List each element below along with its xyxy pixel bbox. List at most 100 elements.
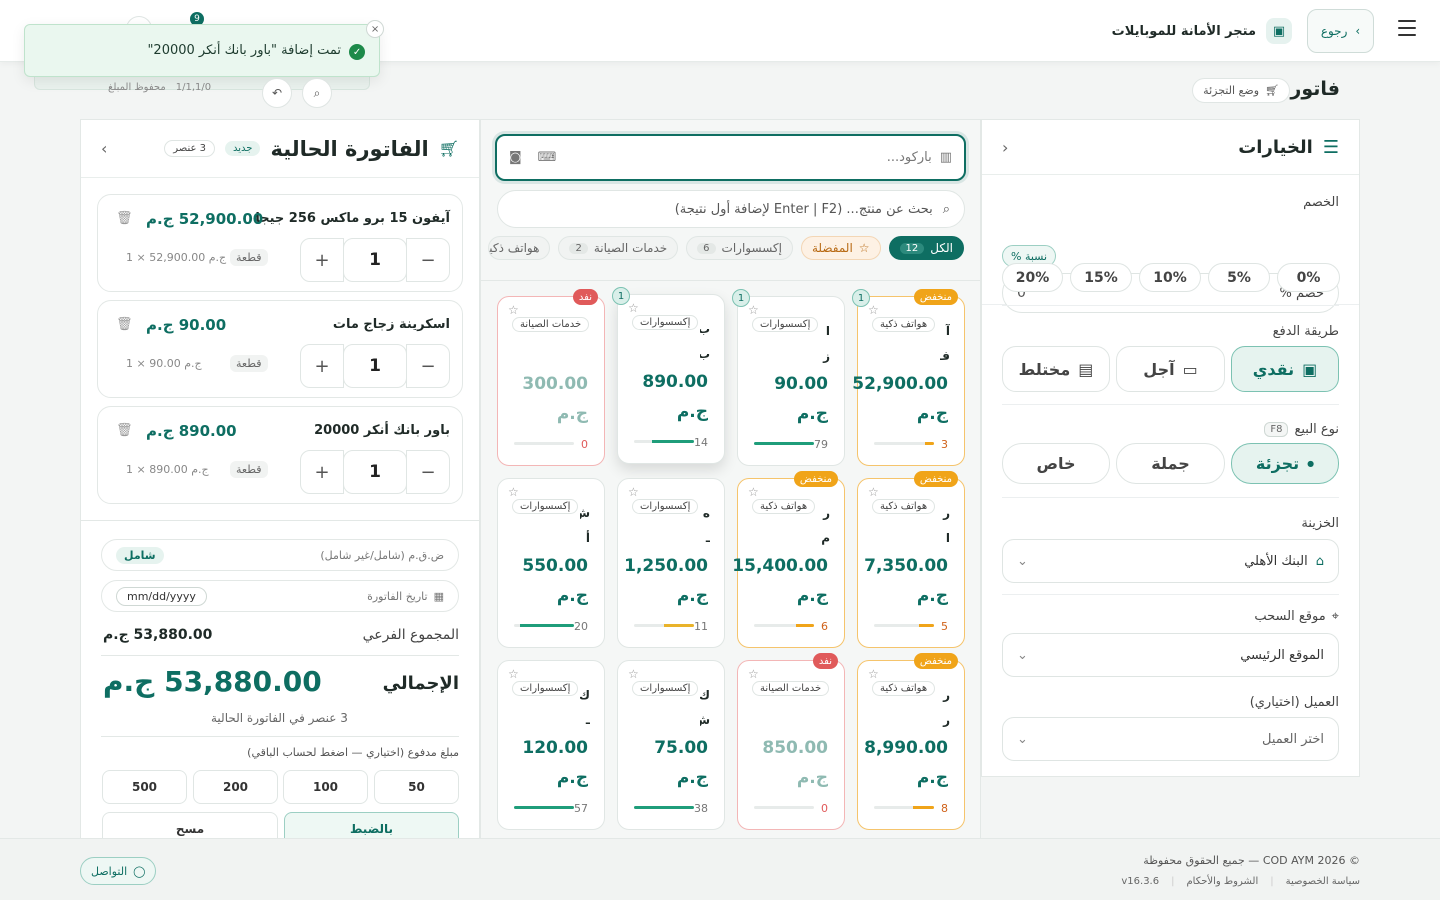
barcode-input[interactable]: ▥ باركود... ◙ ⌨ <box>495 134 966 181</box>
sale-type-label: نوع البيع <box>1294 422 1339 437</box>
collapse-icon[interactable]: ‹ <box>1002 138 1008 157</box>
date-input[interactable]: mm/dd/yyyy <box>116 586 207 606</box>
product-card[interactable]: 1 ☆ إكسسوارات ا ز 90.00 ج.م 79 <box>732 289 845 466</box>
star-icon[interactable]: ☆ <box>628 301 639 315</box>
star-icon[interactable]: ☆ <box>868 303 879 317</box>
camera-icon[interactable]: ◙ <box>509 150 522 165</box>
increment-button[interactable]: + <box>300 344 344 388</box>
trash-icon[interactable]: 🗑︎ <box>116 211 133 226</box>
product-card[interactable]: ☆ إكسسوارات ك ـ 120.00 ج.م 57 <box>497 660 605 830</box>
increment-button[interactable]: + <box>300 238 344 282</box>
decrement-button[interactable]: − <box>406 344 450 388</box>
keyboard-icon[interactable]: ⌨ <box>538 150 557 165</box>
payment-credit-button[interactable]: آجل ▭ <box>1116 346 1225 392</box>
product-card[interactable]: منخفض ☆ هواتف ذكية ر م 15,400.00 ج.م 6 <box>732 471 845 648</box>
star-icon[interactable]: ☆ <box>508 485 519 499</box>
payment-mixed-label: مختلط <box>1018 359 1071 379</box>
decrement-button[interactable]: − <box>406 238 450 282</box>
star-icon[interactable]: ☆ <box>748 667 759 681</box>
privacy-link[interactable]: سياسة الخصوصية <box>1286 876 1360 887</box>
store-brand: ▣ متجر الأمانة للموبايلات <box>1112 18 1292 44</box>
close-icon[interactable]: × <box>366 20 384 38</box>
stock-tag: نفد <box>572 289 598 305</box>
product-card[interactable]: 1 ☆ إكسسوارات ب ب 890.00 ج.م 14 <box>612 287 725 464</box>
category-tab-accessories[interactable]: إكسسوارات 6 <box>686 236 793 260</box>
cat-count: 12 <box>899 242 925 254</box>
product-card[interactable]: نفد ☆ خدمات الصيانة 300.00 ج.م 0 <box>497 289 605 466</box>
quantity-input[interactable]: 1 <box>343 238 407 282</box>
payment-mixed-button[interactable]: مختلط ▤ <box>1002 346 1110 392</box>
category-tab-phones[interactable]: هواتف ذكية <box>488 236 551 260</box>
quantity-input[interactable]: 1 <box>343 450 407 494</box>
cat-label: المفضلة <box>811 241 853 255</box>
quick-amount-500[interactable]: 500 <box>102 770 187 804</box>
discount-chip[interactable]: 5% <box>1208 263 1270 292</box>
quick-amount-50[interactable]: 50 <box>374 770 459 804</box>
vat-toggle[interactable]: ض.ق.م (شامل/غير شامل) شامل <box>101 539 459 571</box>
unit-label: قطعة <box>230 249 268 266</box>
stock-bar <box>514 806 574 809</box>
star-icon[interactable]: ☆ <box>748 303 759 317</box>
menu-icon[interactable] <box>1398 20 1416 36</box>
cat-label: إكسسوارات <box>721 241 782 255</box>
contact-button[interactable]: ◯ التواصل <box>80 857 157 885</box>
increment-button[interactable]: + <box>300 450 344 494</box>
retail-mode-button[interactable]: 🛒︎ وضع التجزئة <box>1192 78 1290 103</box>
trash-icon[interactable]: 🗑︎ <box>116 423 133 438</box>
cat-label: هواتف ذكية <box>488 241 540 255</box>
discount-chip[interactable]: 20% <box>1002 263 1063 292</box>
product-card[interactable]: منخفض ☆ هواتف ذكية ر ر 8,990.00 ج.م 8 <box>857 653 965 830</box>
stock-bar <box>874 806 934 809</box>
treasury-select[interactable]: ⌂ البنك الأهلي ⌄ <box>1002 539 1339 583</box>
discount-chip[interactable]: 15% <box>1070 263 1132 292</box>
star-icon[interactable]: ☆ <box>868 667 879 681</box>
product-card[interactable]: نفد ☆ خدمات الصيانة 850.00 ج.م 0 <box>737 653 845 830</box>
invoice-date-row: ▦ تاريخ الفاتورة mm/dd/yyyy <box>101 580 459 612</box>
subtotal-label: المجموع الفرعي <box>362 627 459 643</box>
date-label: تاريخ الفاتورة <box>367 589 428 603</box>
quantity-input[interactable]: 1 <box>343 344 407 388</box>
collapse-icon[interactable]: › <box>101 139 107 158</box>
pin-icon: ⌖ <box>1331 609 1339 624</box>
star-icon[interactable]: ☆ <box>868 485 879 499</box>
star-icon[interactable]: ☆ <box>508 303 519 317</box>
star-icon[interactable]: ☆ <box>748 485 759 499</box>
discount-chip[interactable]: 10% <box>1139 263 1201 292</box>
product-card[interactable]: ☆ إكسسوارات ه ـ 1,250.00 ج.م 11 <box>617 478 725 648</box>
quick-amount-100[interactable]: 100 <box>283 770 368 804</box>
product-card[interactable]: ☆ إكسسوارات ك ش 75.00 ج.م 38 <box>617 660 725 830</box>
search-icon[interactable]: ⌕ <box>302 78 332 108</box>
category-tab-all[interactable]: الكل 12 <box>888 236 964 260</box>
footer: © 2026 COD AYM — جميع الحقوق محفوظة سياس… <box>0 838 1440 900</box>
sale-retail-button[interactable]: تجزئة ● <box>1231 443 1339 484</box>
pickup-select[interactable]: الموقع الرئيسي ⌄ <box>1002 633 1339 677</box>
treasury-value: البنك الأهلي <box>1244 553 1308 569</box>
product-price: 75.00 ج.م <box>654 738 708 788</box>
product-category: إكسسوارات <box>752 317 819 332</box>
product-category: إكسسوارات <box>632 499 699 514</box>
trash-icon[interactable]: 🗑︎ <box>116 317 133 332</box>
category-tab-services[interactable]: خدمات الصيانة 2 <box>558 236 679 260</box>
star-icon[interactable]: ☆ <box>628 667 639 681</box>
product-card[interactable]: منخفض ☆ هواتف ذكية ر ا 7,350.00 ج.م 5 <box>857 471 965 648</box>
customer-select[interactable]: اختر العميل ⌄ <box>1002 717 1339 761</box>
quantity-stepper: −1 + <box>300 450 450 494</box>
stock-qty: 20 <box>574 620 588 633</box>
category-tab-favorites[interactable]: ☆ المفضلة <box>800 236 881 260</box>
product-price: 8,990.00 ج.م <box>864 738 948 788</box>
quick-amount-200[interactable]: 200 <box>193 770 278 804</box>
product-card[interactable]: ☆ إكسسوارات ش أ 550.00 ج.م 20 <box>497 478 605 648</box>
toast-message: تمت إضافة "باور بانك أنكر 20000" <box>147 43 341 58</box>
terms-link[interactable]: الشروط والأحكام <box>1186 876 1258 887</box>
discount-chip[interactable]: 0% <box>1277 263 1340 292</box>
payment-cash-button[interactable]: نقدي ▣ <box>1231 346 1339 392</box>
undo-icon[interactable]: ↶ <box>262 78 292 108</box>
product-card[interactable]: منخفض 1 ☆ هواتف ذكية آ ف 52,900.00 ج.م 3 <box>852 289 965 466</box>
decrement-button[interactable]: − <box>406 450 450 494</box>
back-button[interactable]: › رجوع <box>1307 9 1374 53</box>
star-icon[interactable]: ☆ <box>508 667 519 681</box>
sale-special-button[interactable]: خاص <box>1002 443 1110 484</box>
sale-wholesale-button[interactable]: جملة <box>1116 443 1225 484</box>
star-icon[interactable]: ☆ <box>628 485 639 499</box>
product-search-input[interactable]: ⌕ بحث عن منتج... (Enter | F2 لإضافة أول … <box>497 190 965 228</box>
